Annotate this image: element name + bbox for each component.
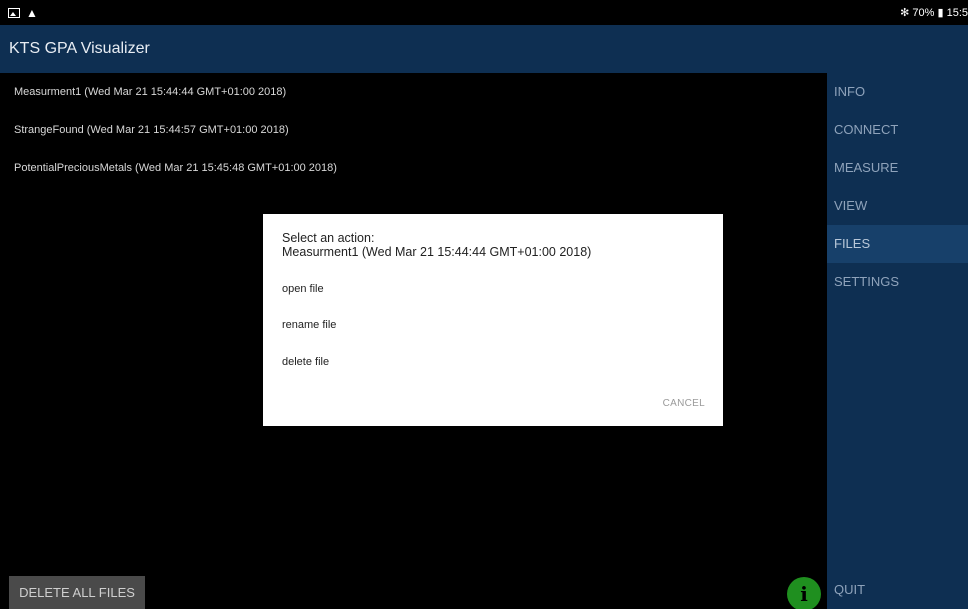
dialog-title-line2: Measurment1 (Wed Mar 21 15:44:44 GMT+01:… [282, 245, 592, 259]
sidebar-item-view[interactable]: VIEW [827, 187, 968, 225]
status-left-icons: ▲ [8, 7, 38, 19]
file-item[interactable]: Measurment1 (Wed Mar 21 15:44:44 GMT+01:… [0, 73, 827, 111]
delete-file-option[interactable]: delete file [282, 356, 329, 368]
app-title: KTS GPA Visualizer [9, 40, 150, 57]
file-list: Measurment1 (Wed Mar 21 15:44:44 GMT+01:… [0, 73, 827, 187]
sidebar-item-files[interactable]: FILES [827, 225, 968, 263]
cancel-button[interactable]: CANCEL [663, 398, 705, 409]
delete-all-files-button[interactable]: DELETE ALL FILES [9, 576, 145, 609]
info-icon[interactable]: i [787, 577, 821, 609]
status-right-text: ✻ 70% ▮ 15:5 [900, 7, 968, 19]
open-file-option[interactable]: open file [282, 283, 324, 295]
action-dialog: Select an action: Measurment1 (Wed Mar 2… [263, 214, 723, 426]
status-bar: ▲ ✻ 70% ▮ 15:5 [0, 0, 968, 25]
sidebar-item-connect[interactable]: CONNECT [827, 111, 968, 149]
sidebar: INFO CONNECT MEASURE VIEW FILES SETTINGS… [827, 73, 968, 609]
sidebar-item-measure[interactable]: MEASURE [827, 149, 968, 187]
file-item[interactable]: StrangeFound (Wed Mar 21 15:44:57 GMT+01… [0, 111, 827, 149]
sidebar-item-info[interactable]: INFO [827, 73, 968, 111]
info-icon-glyph: i [800, 582, 808, 606]
image-icon [8, 7, 20, 18]
dialog-title-line1: Select an action: [282, 231, 375, 245]
app-bar: KTS GPA Visualizer [0, 25, 968, 73]
rename-file-option[interactable]: rename file [282, 319, 336, 331]
status-right: ✻ 70% ▮ 15:5 [900, 6, 968, 19]
sidebar-item-settings[interactable]: SETTINGS [827, 263, 968, 301]
sidebar-item-quit[interactable]: QUIT [827, 571, 968, 609]
warning-icon: ▲ [26, 5, 38, 20]
file-item[interactable]: PotentialPreciousMetals (Wed Mar 21 15:4… [0, 149, 827, 187]
dialog-title: Select an action: Measurment1 (Wed Mar 2… [282, 231, 707, 259]
